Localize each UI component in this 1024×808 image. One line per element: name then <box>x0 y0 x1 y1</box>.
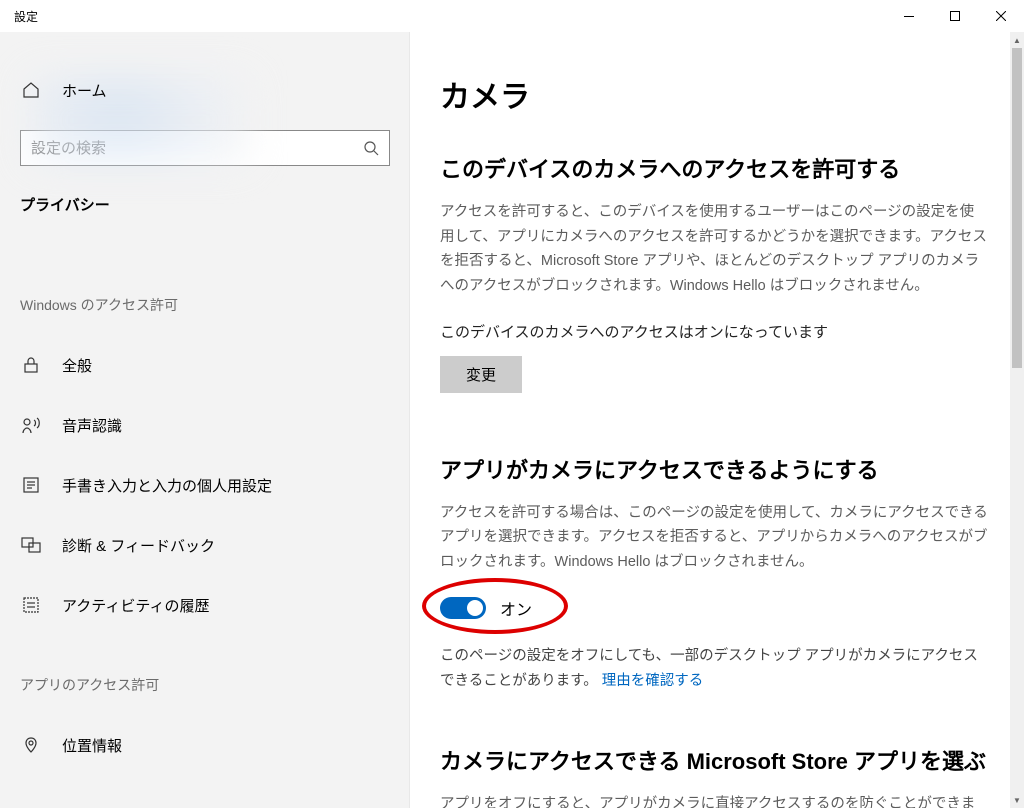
section2-note: このページの設定をオフにしても、一部のデスクトップ アプリがカメラにアクセスでき… <box>440 644 988 693</box>
toggle-label: オン <box>500 596 532 620</box>
camera-access-toggle-row: オン <box>440 596 988 620</box>
maximize-button[interactable] <box>932 0 978 32</box>
close-button[interactable] <box>978 0 1024 32</box>
section3-body: アプリをオフにすると、アプリがカメラに直接アクセスするのを防ぐことができます。ア <box>440 792 988 808</box>
sidebar-item-label: 手書き入力と入力の個人用設定 <box>62 475 272 496</box>
sidebar-item-label: 全般 <box>62 355 92 376</box>
activity-icon <box>20 596 42 614</box>
window-title: 設定 <box>14 8 38 25</box>
location-icon <box>20 736 42 754</box>
section1-heading: このデバイスのカメラへのアクセスを許可する <box>440 152 988 184</box>
sidebar-item-speech[interactable]: 音声認識 <box>0 395 409 455</box>
sidebar-group-apps: アプリのアクセス許可 <box>0 635 409 715</box>
section2-body: アクセスを許可する場合は、このページの設定を使用して、カメラにアクセスできるアプ… <box>440 501 988 575</box>
sidebar-category: プライバシー <box>0 180 409 255</box>
sidebar-item-location[interactable]: 位置情報 <box>0 715 409 775</box>
scroll-down-arrow[interactable]: ▼ <box>1010 792 1024 808</box>
speech-icon <box>20 416 42 434</box>
section3-heading: カメラにアクセスできる Microsoft Store アプリを選ぶ <box>440 744 988 776</box>
reason-link[interactable]: 理由を確認する <box>602 673 704 689</box>
search-icon <box>363 140 379 156</box>
scrollbar-thumb[interactable] <box>1012 48 1022 368</box>
nav-home-label: ホーム <box>62 80 107 101</box>
sidebar-item-diagnostics[interactable]: 診断 & フィードバック <box>0 515 409 575</box>
window-controls <box>886 0 1024 32</box>
sidebar-group-windows: Windows のアクセス許可 <box>0 255 409 335</box>
change-button[interactable]: 変更 <box>440 356 522 393</box>
lock-icon <box>20 356 42 374</box>
feedback-icon <box>20 536 42 554</box>
main-content: カメラ このデバイスのカメラへのアクセスを許可する アクセスを許可すると、このデ… <box>410 32 1024 808</box>
sidebar-item-activity[interactable]: アクティビティの履歴 <box>0 575 409 635</box>
minimize-button[interactable] <box>886 0 932 32</box>
sidebar-item-inking[interactable]: 手書き入力と入力の個人用設定 <box>0 455 409 515</box>
vertical-scrollbar[interactable]: ▲ ▼ <box>1010 32 1024 808</box>
sidebar-item-general[interactable]: 全般 <box>0 335 409 395</box>
titlebar: 設定 <box>0 0 1024 32</box>
section1-status: このデバイスのカメラへのアクセスはオンになっています <box>440 321 988 342</box>
camera-access-toggle[interactable] <box>440 597 486 619</box>
home-icon <box>20 81 42 99</box>
sidebar-item-label: 音声認識 <box>62 415 122 436</box>
ink-icon <box>20 476 42 494</box>
scroll-up-arrow[interactable]: ▲ <box>1010 32 1024 48</box>
sidebar: ホーム プライバシー Windows のアクセス許可 全般 音声認識 手書き入力… <box>0 32 410 808</box>
nav-home[interactable]: ホーム <box>0 60 409 120</box>
sidebar-item-label: 診断 & フィードバック <box>62 535 215 556</box>
section1-body: アクセスを許可すると、このデバイスを使用するユーザーはこのページの設定を使用して… <box>440 200 988 299</box>
sidebar-item-label: アクティビティの履歴 <box>62 595 209 616</box>
page-title: カメラ <box>440 72 988 116</box>
section2-heading: アプリがカメラにアクセスできるようにする <box>440 453 988 485</box>
note-text: このページの設定をオフにしても、一部のデスクトップ アプリがカメラにアクセスでき… <box>440 648 978 689</box>
sidebar-item-label: 位置情報 <box>62 735 122 756</box>
